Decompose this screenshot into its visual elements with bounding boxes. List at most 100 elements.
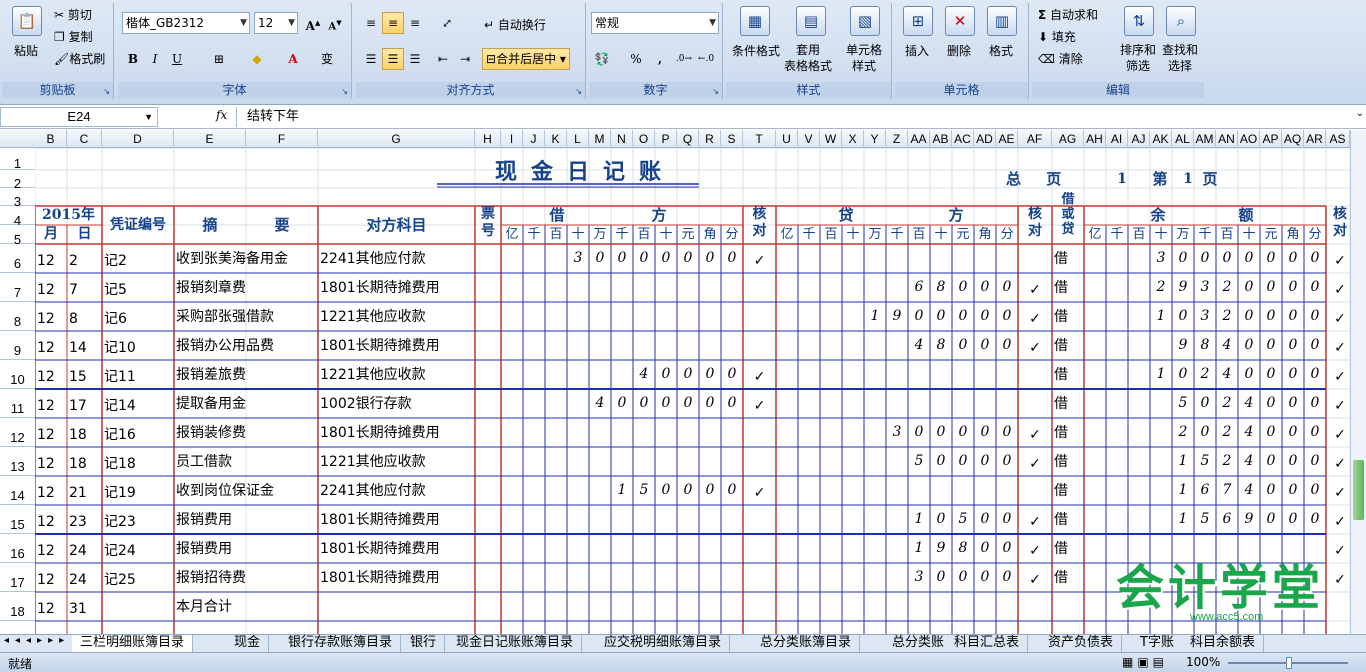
percent-button[interactable]: % [625, 48, 647, 70]
sheet-tab[interactable]: T字账 [1132, 635, 1183, 652]
entry-dc[interactable]: 借 [1054, 331, 1084, 360]
unit-header[interactable]: 角 [974, 225, 996, 244]
entry-account[interactable]: 1801长期待摊费用 [320, 418, 475, 447]
increase-indent-icon[interactable]: ⇥ [454, 48, 476, 70]
day-header[interactable]: 日 [67, 225, 102, 244]
column-header-G[interactable]: G [318, 130, 475, 148]
unit-header[interactable]: 十 [567, 225, 589, 244]
column-header-Q[interactable]: Q [677, 130, 699, 148]
entry-summary[interactable]: 员工借款 [176, 447, 318, 476]
row-header-5[interactable]: 5 [0, 225, 35, 244]
unit-header[interactable]: 十 [930, 225, 952, 244]
entry-month[interactable]: 12 [37, 534, 67, 563]
unit-header[interactable]: 千 [523, 225, 545, 244]
credit-check[interactable]: ✓ [1018, 447, 1052, 476]
unit-header[interactable]: 亿 [1084, 225, 1106, 244]
currency-icon[interactable]: 💱 [591, 48, 613, 70]
column-header-E[interactable]: E [174, 130, 246, 148]
balance-check[interactable]: ✓ [1326, 273, 1350, 302]
unit-header[interactable]: 分 [996, 225, 1018, 244]
credit-check-header[interactable]: 核 对 [1018, 206, 1052, 244]
column-header-AL[interactable]: AL [1172, 130, 1194, 148]
sheet-tab[interactable]: 应交税明细账簿目录 [596, 635, 730, 652]
entry-dc[interactable]: 借 [1054, 476, 1084, 505]
align-center-icon[interactable]: ☰ [382, 48, 404, 70]
entry-month[interactable]: 12 [37, 592, 67, 621]
row-header-18[interactable]: 18 [0, 592, 35, 621]
dialog-launcher-icon[interactable]: ↘ [103, 87, 110, 96]
debit-check[interactable]: ✓ [743, 360, 776, 389]
view-mode-icon[interactable]: ▦▣▤ [1122, 655, 1168, 669]
entry-voucher[interactable]: 记11 [104, 360, 174, 389]
debit-check[interactable] [743, 563, 776, 592]
table-format-button[interactable]: 套用 表格格式 [784, 42, 832, 74]
debit-check[interactable] [743, 534, 776, 563]
row-header-2[interactable]: 2 [0, 170, 35, 188]
year-header[interactable]: 2015年 [35, 206, 102, 225]
balance-check-header[interactable]: 核 对 [1326, 206, 1350, 244]
debit-check[interactable] [743, 273, 776, 302]
entry-voucher[interactable]: 记19 [104, 476, 174, 505]
sheet-tab[interactable]: 总分类账簿目录 [752, 635, 860, 652]
unit-header[interactable]: 十 [655, 225, 677, 244]
credit-check[interactable] [1018, 592, 1052, 621]
column-header-C[interactable]: C [67, 130, 102, 148]
entry-voucher[interactable]: 记2 [104, 244, 174, 273]
entry-voucher[interactable]: 记10 [104, 331, 174, 360]
number-format-select[interactable]: 常规▼ [591, 12, 719, 34]
entry-day[interactable]: 24 [69, 563, 102, 592]
credit-check[interactable] [1018, 360, 1052, 389]
entry-account[interactable]: 1801长期待摊费用 [320, 331, 475, 360]
entry-dc[interactable]: 借 [1054, 505, 1084, 534]
entry-summary[interactable]: 报销刻章费 [176, 273, 318, 302]
total-pages-label[interactable]: 总 页 [1006, 166, 1066, 192]
entry-summary[interactable]: 报销差旅费 [176, 360, 318, 389]
entry-account[interactable] [320, 592, 475, 621]
balance-header-b[interactable]: 额 [1226, 206, 1266, 225]
column-header-H[interactable]: H [475, 130, 501, 148]
comma-button[interactable]: , [649, 48, 671, 70]
credit-check[interactable]: ✓ [1018, 302, 1052, 331]
entry-account[interactable]: 1801长期待摊费用 [320, 273, 475, 302]
column-header-AK[interactable]: AK [1150, 130, 1172, 148]
entry-summary[interactable]: 收到岗位保证金 [176, 476, 318, 505]
sheet-tab[interactable]: 三栏明细账簿目录 [72, 635, 193, 652]
column-header-I[interactable]: I [501, 130, 523, 148]
debit-check[interactable]: ✓ [743, 244, 776, 273]
scroll-thumb[interactable] [1353, 460, 1364, 520]
entry-dc[interactable]: 借 [1054, 360, 1084, 389]
entry-account[interactable]: 1221其他应收款 [320, 447, 475, 476]
entry-dc[interactable]: 借 [1054, 273, 1084, 302]
fill-button[interactable]: ⬇ 填充 [1038, 28, 1076, 45]
zoom-level[interactable]: 100% [1186, 655, 1220, 669]
sheet-tab[interactable]: 现金日记账账簿目录 [448, 635, 582, 652]
align-middle-icon[interactable]: ≡ [382, 12, 404, 34]
copy-button[interactable]: ❐ 复制 [54, 28, 93, 45]
column-header-W[interactable]: W [820, 130, 842, 148]
column-header-AH[interactable]: AH [1084, 130, 1106, 148]
debit-check[interactable] [743, 418, 776, 447]
entry-month[interactable]: 12 [37, 273, 67, 302]
unit-header[interactable]: 分 [1304, 225, 1326, 244]
unit-header[interactable]: 千 [886, 225, 908, 244]
entry-month[interactable]: 12 [37, 302, 67, 331]
entry-month[interactable]: 12 [37, 389, 67, 418]
entry-voucher[interactable]: 记14 [104, 389, 174, 418]
balance-check[interactable]: ✓ [1326, 302, 1350, 331]
underline-button[interactable]: U [166, 48, 188, 70]
row-header-14[interactable]: 14 [0, 476, 35, 505]
entry-month[interactable]: 12 [37, 360, 67, 389]
column-header-AR[interactable]: AR [1304, 130, 1326, 148]
unit-header[interactable]: 万 [864, 225, 886, 244]
entry-day[interactable]: 18 [69, 418, 102, 447]
balance-header-a[interactable]: 余 [1138, 206, 1178, 225]
orientation-icon[interactable]: ⤢ [436, 12, 458, 34]
sheet-tab[interactable]: 资产负债表 [1040, 635, 1122, 652]
entry-voucher[interactable]: 记23 [104, 505, 174, 534]
credit-check[interactable]: ✓ [1018, 331, 1052, 360]
entry-voucher[interactable]: 记18 [104, 447, 174, 476]
unit-header[interactable]: 十 [842, 225, 864, 244]
dialog-launcher-icon[interactable]: ↘ [712, 87, 719, 96]
entry-account[interactable]: 1801长期待摊费用 [320, 534, 475, 563]
column-header-R[interactable]: R [699, 130, 721, 148]
